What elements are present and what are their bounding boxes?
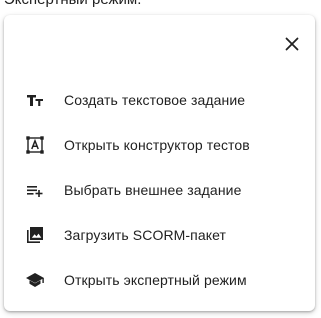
open-test-constructor-label: Открыть конструктор тестов: [64, 136, 250, 153]
select-external-task-label: Выбрать внешнее задание: [64, 181, 242, 198]
background-heading: Экспертный режим.: [0, 0, 321, 14]
photo-library-icon: [24, 224, 46, 246]
upload-scorm-item[interactable]: Загрузить SCORM-пакет: [4, 212, 315, 257]
quiz-constructor-icon: [24, 134, 46, 156]
school-icon: [24, 269, 46, 291]
playlist-add-icon: [24, 179, 46, 201]
text-fields-icon: [24, 89, 46, 111]
create-text-task-item[interactable]: Создать текстовое задание: [4, 77, 315, 122]
upload-scorm-label: Загрузить SCORM-пакет: [64, 226, 227, 243]
close-icon: [285, 37, 299, 51]
add-task-dialog: Создать текстовое задание Открыть констр…: [4, 15, 315, 311]
background-heading-text: Экспертный режим.: [4, 0, 141, 8]
create-text-task-label: Создать текстовое задание: [64, 91, 246, 108]
open-expert-mode-item[interactable]: Открыть экспертный режим: [4, 257, 315, 302]
select-external-task-item[interactable]: Выбрать внешнее задание: [4, 167, 315, 212]
open-test-constructor-item[interactable]: Открыть конструктор тестов: [4, 122, 315, 167]
open-expert-mode-label: Открыть экспертный режим: [64, 271, 247, 288]
task-options-menu: Создать текстовое задание Открыть констр…: [4, 77, 315, 302]
close-button[interactable]: [281, 33, 303, 55]
